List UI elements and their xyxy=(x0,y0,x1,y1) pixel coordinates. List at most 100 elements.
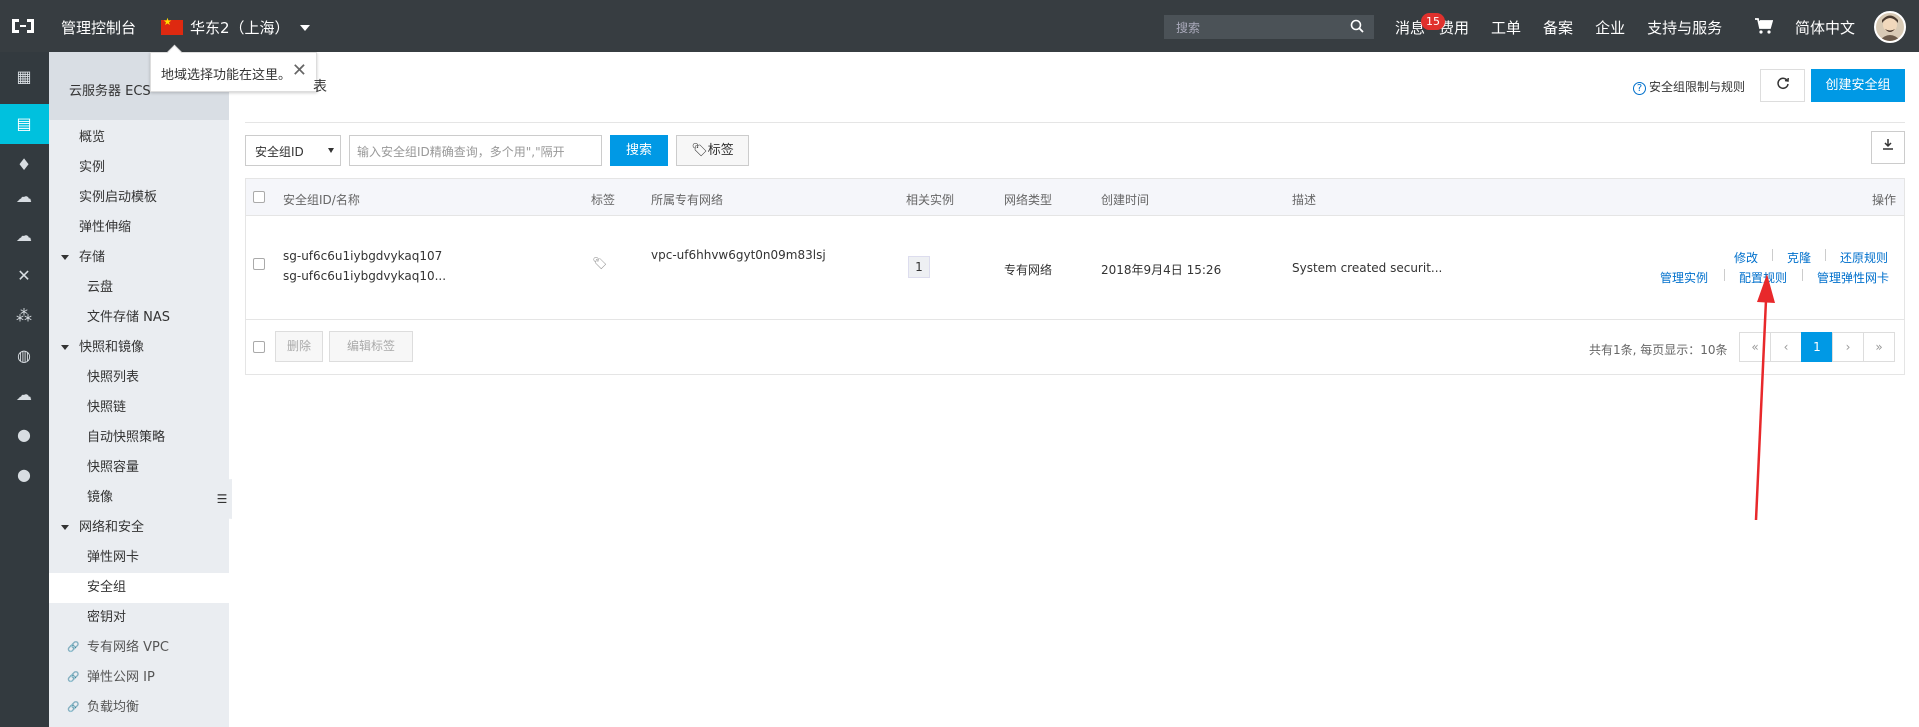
tag-icon[interactable]: 🏷 xyxy=(592,256,607,270)
sidebar-item-auto-snapshot-policy[interactable]: 自动快照策略 xyxy=(49,423,229,453)
globe-icon[interactable]: ◍ xyxy=(14,346,34,366)
description: System created securit... xyxy=(1292,261,1443,275)
sidebar-item-disks[interactable]: 云盘 xyxy=(49,273,229,303)
sidebar-item-launch-templates[interactable]: 实例启动模板 xyxy=(49,183,229,213)
security-group-search-input[interactable]: 输入安全组ID精确查询，多个用","隔开 xyxy=(349,135,602,166)
cart-icon[interactable] xyxy=(1755,18,1773,34)
cloud-gear-icon[interactable]: ☁ xyxy=(14,385,34,405)
sidebar-link-slb[interactable]: 负载均衡 xyxy=(49,693,229,723)
row-checkbox[interactable] xyxy=(253,258,265,270)
sidebar-item-instances[interactable]: 实例 xyxy=(49,153,229,183)
sidebar-item-key-pairs[interactable]: 密钥对 xyxy=(49,603,229,633)
sidebar-group-storage[interactable]: 存储 xyxy=(49,243,229,273)
col-id-name: 安全组ID/名称 xyxy=(283,193,360,207)
cloud-icon[interactable]: ☁ xyxy=(14,187,34,207)
refresh-icon xyxy=(1776,77,1789,90)
col-instances: 相关实例 xyxy=(906,193,955,207)
tag-button-label: 标签 xyxy=(707,143,734,158)
nav-support[interactable]: 支持与服务 xyxy=(1647,17,1722,38)
console-title[interactable]: 管理控制台 xyxy=(61,17,136,38)
avatar[interactable] xyxy=(1874,11,1906,43)
sidebar-link-vpc[interactable]: 专有网络 VPC xyxy=(49,633,229,663)
sidebar-item-snapshot-chain[interactable]: 快照链 xyxy=(49,393,229,423)
network-type: 专有网络 xyxy=(1004,263,1053,277)
page-title: 表 xyxy=(313,79,327,95)
export-icon xyxy=(1883,139,1893,150)
sidebar-link-eip[interactable]: 弹性公网 IP xyxy=(49,663,229,693)
top-navbar: 管理控制台 华东2（上海） 搜索 消息 费用 工单 备案 企业 支持与服务 15… xyxy=(0,0,1919,52)
top-nav-links: 消息 费用 工单 备案 企业 支持与服务 xyxy=(1395,17,1744,38)
china-flag-icon xyxy=(161,17,183,35)
clone-link[interactable]: 克隆 xyxy=(1787,249,1811,266)
edit-tags-button[interactable]: 编辑标签 xyxy=(329,331,413,362)
manage-instances-link[interactable]: 管理实例 xyxy=(1660,269,1708,286)
sidebar-item-snapshot-list[interactable]: 快照列表 xyxy=(49,363,229,393)
restore-rules-link[interactable]: 还原规则 xyxy=(1840,249,1888,266)
chevron-down-icon xyxy=(299,24,310,31)
select-all-checkbox[interactable] xyxy=(253,191,265,203)
edit-link[interactable]: 修改 xyxy=(1734,249,1758,266)
nav-icp[interactable]: 备案 xyxy=(1543,17,1573,38)
dot-icon[interactable]: ● xyxy=(14,425,34,445)
col-network-type: 网络类型 xyxy=(1004,193,1053,207)
page-1-button[interactable]: 1 xyxy=(1801,332,1833,362)
sidebar-item-snapshot-capacity[interactable]: 快照容量 xyxy=(49,453,229,483)
nav-enterprise[interactable]: 企业 xyxy=(1595,17,1625,38)
language-switcher[interactable]: 简体中文 xyxy=(1795,17,1855,38)
sidebar-item-images[interactable]: 镜像 xyxy=(49,483,229,513)
vpc-id[interactable]: vpc-uf6hhvw6gyt0n09m83lsj xyxy=(651,248,826,262)
user-avatar-icon xyxy=(1879,15,1901,41)
manage-eni-link[interactable]: 管理弹性网卡 xyxy=(1817,269,1889,286)
action-separator xyxy=(1802,269,1803,281)
tag-filter-button[interactable]: 🏷标签 xyxy=(676,135,749,166)
ecs-side-menu: 云服务器 ECS 概览 实例 实例启动模板 弹性伸缩 存储 云盘 文件存储 NA… xyxy=(49,52,229,727)
created-time: 2018年9月4日 15:26 xyxy=(1101,263,1222,277)
search-icon[interactable] xyxy=(1350,19,1364,33)
action-separator xyxy=(1724,269,1725,281)
refresh-button[interactable] xyxy=(1760,69,1805,102)
sidebar-group-network-security[interactable]: 网络和安全 xyxy=(49,513,229,543)
table-header: 安全组ID/名称 标签 所属专有网络 相关实例 网络类型 创建时间 描述 操作 xyxy=(246,179,1904,216)
nav-tickets[interactable]: 工单 xyxy=(1491,17,1521,38)
header-divider xyxy=(245,122,1905,123)
sidebar-item-eni[interactable]: 弹性网卡 xyxy=(49,543,229,573)
sidebar-item-security-groups[interactable]: 安全组 xyxy=(49,573,229,603)
nodes-icon[interactable]: ⁂ xyxy=(14,306,34,326)
server-icon[interactable]: ▤ xyxy=(14,114,34,134)
action-separator xyxy=(1825,249,1826,261)
sidebar-item-nas[interactable]: 文件存储 NAS xyxy=(49,303,229,333)
instance-count[interactable]: 1 xyxy=(908,256,930,278)
aliyun-logo-icon[interactable] xyxy=(10,16,36,36)
next-page-button[interactable]: › xyxy=(1832,332,1864,362)
col-vpc: 所属专有网络 xyxy=(651,193,724,207)
search-button[interactable]: 搜索 xyxy=(610,135,668,166)
network-icon[interactable]: ✕ xyxy=(14,266,34,286)
security-group-name: sg-uf6c6u1iybgdvykaq10... xyxy=(283,269,447,283)
search-field-select[interactable]: 安全组ID xyxy=(245,135,341,166)
tag-icon: 🏷 xyxy=(691,143,708,158)
tooltip-text: 地域选择功能在这里。 xyxy=(161,68,292,83)
col-created: 创建时间 xyxy=(1101,193,1150,207)
footer-select-all-checkbox[interactable] xyxy=(253,341,265,353)
region-tooltip: 地域选择功能在这里。 ✕ xyxy=(150,52,317,92)
last-page-button[interactable]: » xyxy=(1863,332,1895,362)
help-link-label: 安全组限制与规则 xyxy=(1649,80,1746,94)
delete-button[interactable]: 删除 xyxy=(275,331,323,362)
search-input[interactable]: 搜索 xyxy=(1164,15,1374,39)
col-actions: 操作 xyxy=(1872,193,1897,207)
security-group-table: 安全组ID/名称 标签 所属专有网络 相关实例 网络类型 创建时间 描述 操作 … xyxy=(245,178,1905,375)
sidebar-group-snapshots-images[interactable]: 快照和镜像 xyxy=(49,333,229,363)
create-security-group-button[interactable]: 创建安全组 xyxy=(1811,69,1905,102)
region-selector[interactable]: 华东2（上海） xyxy=(161,17,310,38)
grid-icon[interactable]: ▦ xyxy=(14,67,34,87)
col-description: 描述 xyxy=(1292,193,1317,207)
sidebar-item-overview[interactable]: 概览 xyxy=(49,123,229,153)
security-group-id[interactable]: sg-uf6c6u1iybgdvykaq107 xyxy=(283,249,442,263)
sidebar-item-auto-scaling[interactable]: 弹性伸缩 xyxy=(49,213,229,243)
cloud-upload-icon[interactable]: ☁ xyxy=(14,226,34,246)
security-group-limits-link[interactable]: ? 安全组限制与规则 xyxy=(1633,78,1745,95)
dot-icon-2[interactable]: ● xyxy=(14,465,34,485)
close-icon[interactable]: ✕ xyxy=(292,60,307,81)
export-button[interactable] xyxy=(1871,131,1905,164)
shield-icon[interactable]: ♦ xyxy=(14,155,34,175)
